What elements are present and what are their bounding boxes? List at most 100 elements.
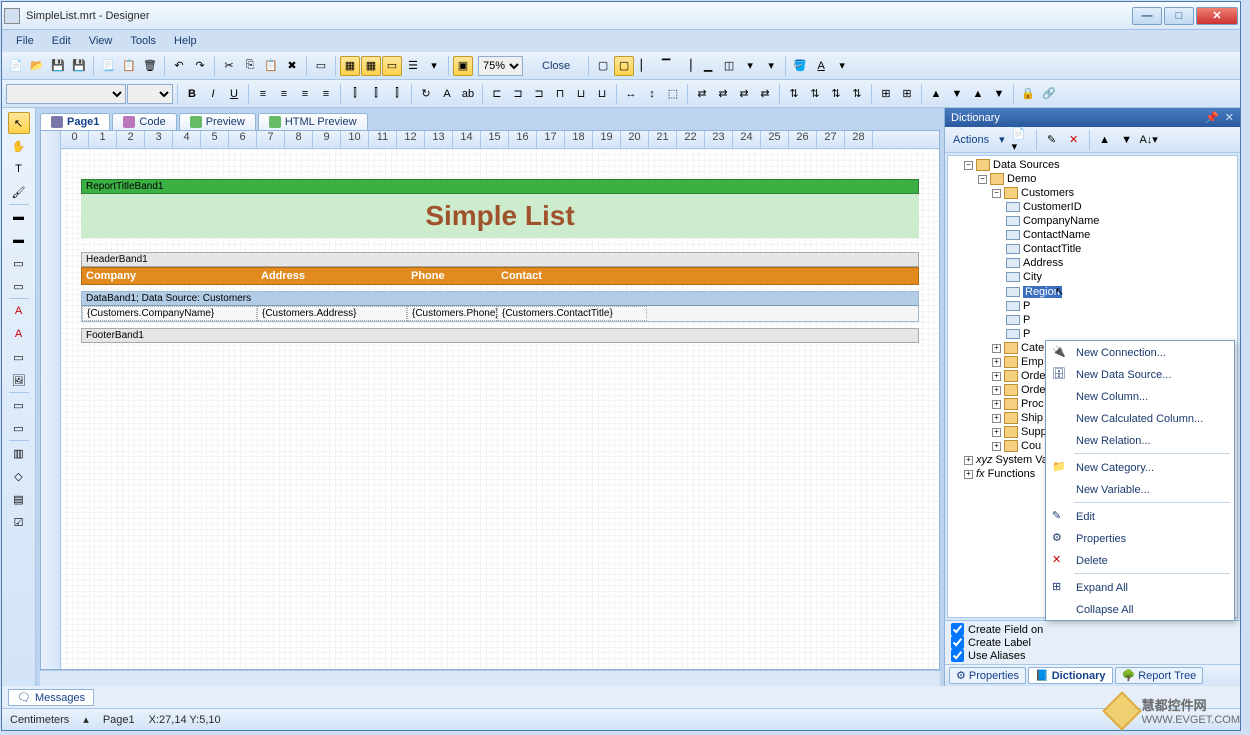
ctx-new-column[interactable]: New Column...: [1046, 385, 1234, 407]
center-horiz-icon[interactable]: ⊞: [876, 84, 896, 104]
vspace-equal-icon[interactable]: ⇅: [784, 84, 804, 104]
rotate-icon[interactable]: ↻: [416, 84, 436, 104]
check-create-field[interactable]: Create Field on: [951, 623, 1234, 636]
text-style-icon[interactable]: ▾: [832, 56, 852, 76]
menu-help[interactable]: Help: [166, 33, 205, 49]
select-icon[interactable]: ▭: [311, 56, 331, 76]
richtext-component-icon[interactable]: ▭: [8, 346, 30, 368]
border-left-icon[interactable]: ▏: [635, 56, 655, 76]
ctx-new-variable[interactable]: New Variable...: [1046, 478, 1234, 500]
close-button[interactable]: Close: [542, 60, 570, 72]
panel-close-icon[interactable]: ✕: [1225, 112, 1234, 124]
status-units-arrow[interactable]: ▴: [83, 713, 89, 726]
hspace-equal-icon[interactable]: ⇄: [692, 84, 712, 104]
tab-html-preview[interactable]: HTML Preview: [258, 113, 368, 130]
paste-icon[interactable]: 📋: [261, 56, 281, 76]
align-right-icon[interactable]: ≡: [295, 84, 315, 104]
ctx-expand-all[interactable]: ⊞Expand All: [1046, 576, 1234, 598]
scrollbar-horizontal[interactable]: [40, 670, 940, 686]
grid-options-icon[interactable]: ▾: [424, 56, 444, 76]
delete-icon[interactable]: ✖: [282, 56, 302, 76]
component-tool-icon[interactable]: ▭: [8, 252, 30, 274]
grid-show-icon[interactable]: ▦: [340, 56, 360, 76]
saveas-icon[interactable]: 💾: [69, 56, 89, 76]
close-button[interactable]: ✕: [1196, 7, 1238, 25]
tab-code[interactable]: Code: [112, 113, 176, 130]
redo-icon[interactable]: ↷: [190, 56, 210, 76]
move-down-icon[interactable]: ▼: [1117, 130, 1137, 150]
new-icon[interactable]: 📄: [6, 56, 26, 76]
same-height-icon[interactable]: ↕: [642, 84, 662, 104]
hspace-inc-icon[interactable]: ⇄: [713, 84, 733, 104]
move-up-icon[interactable]: ▲: [1095, 130, 1115, 150]
messages-tab[interactable]: 🗨Messages: [8, 689, 94, 706]
fill-color-icon[interactable]: 🪣: [790, 56, 810, 76]
report-title-band[interactable]: ReportTitleBand1: [81, 179, 919, 194]
save-icon[interactable]: 💾: [48, 56, 68, 76]
tab-preview[interactable]: Preview: [179, 113, 256, 130]
delete-item-icon[interactable]: ✕: [1064, 130, 1084, 150]
maximize-button[interactable]: □: [1164, 7, 1194, 25]
tab-page1[interactable]: Page1: [40, 113, 110, 130]
font-name-select[interactable]: [6, 84, 126, 104]
valign-top-icon[interactable]: ⫿: [345, 84, 365, 104]
status-units[interactable]: Centimeters: [10, 714, 69, 726]
shape-component-icon[interactable]: ◇: [8, 465, 30, 487]
actions-dropdown[interactable]: Actions: [949, 134, 993, 146]
border-right-icon[interactable]: ▕: [677, 56, 697, 76]
text-component-icon[interactable]: A: [8, 300, 30, 322]
designer-surface[interactable]: 0123456789101112131415161718192021222324…: [40, 130, 940, 670]
check-use-aliases[interactable]: Use Aliases: [951, 649, 1234, 662]
layout-align-top-icon[interactable]: ⊓: [550, 84, 570, 104]
ctx-new-category[interactable]: 📁New Category...: [1046, 456, 1234, 478]
text-color-icon[interactable]: A: [811, 56, 831, 76]
cut-icon[interactable]: ✂: [219, 56, 239, 76]
undo-icon[interactable]: ↶: [169, 56, 189, 76]
align-justify-icon[interactable]: ≡: [316, 84, 336, 104]
ctx-new-calc-column[interactable]: New Calculated Column...: [1046, 407, 1234, 429]
move-forward-icon[interactable]: ▲: [968, 84, 988, 104]
link-icon[interactable]: 🔗: [1039, 84, 1059, 104]
header-band[interactable]: Company Address Phone Contact: [81, 267, 919, 285]
align-left-icon[interactable]: ≡: [253, 84, 273, 104]
border-all-icon[interactable]: ▢: [593, 56, 613, 76]
delpage-icon[interactable]: 🗑: [140, 56, 160, 76]
ctx-new-relation[interactable]: New Relation...: [1046, 429, 1234, 451]
image-component-icon[interactable]: 🖼: [8, 369, 30, 391]
header-band-label[interactable]: HeaderBand1: [81, 252, 919, 267]
layout-align-left-icon[interactable]: ⊏: [487, 84, 507, 104]
tab-report-tree[interactable]: 🌳Report Tree: [1115, 667, 1204, 684]
hspace-dec-icon[interactable]: ⇄: [734, 84, 754, 104]
menu-view[interactable]: View: [81, 33, 121, 49]
border-none-icon[interactable]: ▢: [614, 56, 634, 76]
newform-icon[interactable]: 📋: [119, 56, 139, 76]
ctx-new-data-source[interactable]: 🗄New Data Source...: [1046, 363, 1234, 385]
menu-file[interactable]: File: [8, 33, 42, 49]
border-shadow-icon[interactable]: ◫: [719, 56, 739, 76]
menu-edit[interactable]: Edit: [44, 33, 79, 49]
panel-component-icon[interactable]: ▭: [8, 394, 30, 416]
layout-align-middle-icon[interactable]: ⊔: [571, 84, 591, 104]
bold-icon[interactable]: B: [182, 84, 202, 104]
pointer-tool-icon[interactable]: ↖: [8, 112, 30, 134]
report-title-text[interactable]: Simple List: [81, 194, 919, 238]
fontcolor-icon[interactable]: A: [437, 84, 457, 104]
border-top-icon[interactable]: ▔: [656, 56, 676, 76]
send-back-icon[interactable]: ▼: [947, 84, 967, 104]
textbox-component-icon[interactable]: A: [8, 323, 30, 345]
newpage-icon[interactable]: 📃: [98, 56, 118, 76]
lock-icon[interactable]: 🔒: [1018, 84, 1038, 104]
new-item-icon[interactable]: 📄▾: [1011, 130, 1031, 150]
container-component-icon[interactable]: ▭: [8, 417, 30, 439]
center-vert-icon[interactable]: ⊞: [897, 84, 917, 104]
tab-properties[interactable]: ⚙Properties: [949, 667, 1026, 684]
move-backward-icon[interactable]: ▼: [989, 84, 1009, 104]
clone-tool-icon[interactable]: ▭: [8, 275, 30, 297]
vspace-dec-icon[interactable]: ⇅: [826, 84, 846, 104]
hspace-remove-icon[interactable]: ⇄: [755, 84, 775, 104]
same-width-icon[interactable]: ↔: [621, 84, 641, 104]
valign-middle-icon[interactable]: ⫿: [366, 84, 386, 104]
italic-icon[interactable]: I: [203, 84, 223, 104]
same-size-icon[interactable]: ⬚: [663, 84, 683, 104]
pin-icon[interactable]: 📌: [1205, 112, 1219, 124]
